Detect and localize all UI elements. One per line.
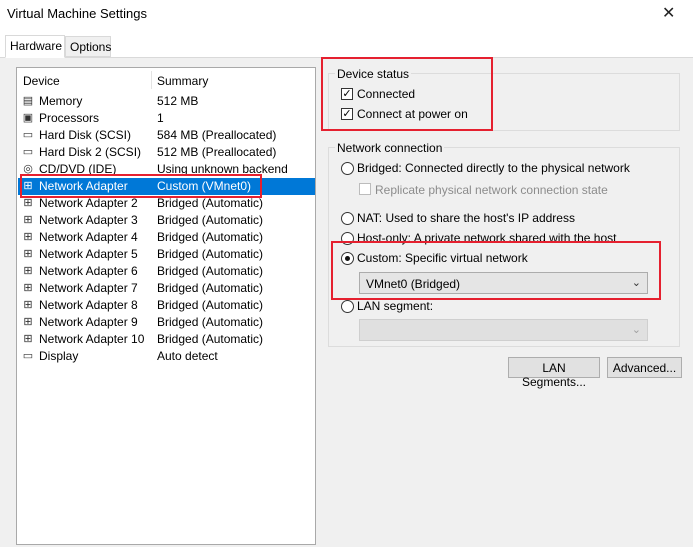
device-name: Network Adapter 5 [39, 247, 138, 261]
network-adapter-icon: ⊞ [23, 231, 33, 243]
device-row[interactable]: ▭ Hard Disk 2 (SCSI) 512 MB (Preallocated) [18, 144, 315, 161]
tab-options[interactable]: Options [65, 36, 111, 57]
lan-segment-select: ⌄ [359, 319, 648, 341]
column-header-summary[interactable]: Summary [157, 74, 208, 88]
device-summary: Bridged (Automatic) [157, 213, 264, 227]
device-row[interactable]: ▭ Hard Disk (SCSI) 584 MB (Preallocated) [18, 127, 315, 144]
highlight-box-network-adapter [20, 174, 262, 198]
lan-segments-button[interactable]: LAN Segments... [508, 357, 600, 389]
device-name: Network Adapter 10 [39, 332, 145, 346]
network-adapter-icon: ⊞ [23, 197, 33, 209]
device-name: Network Adapter 8 [39, 298, 138, 312]
lan-segment-radio[interactable] [341, 300, 354, 313]
device-row[interactable]: ⊞ Network Adapter 7 Bridged (Automatic) [18, 280, 315, 297]
highlight-box-custom [331, 241, 661, 300]
network-connection-label: Network connection [335, 141, 445, 155]
network-adapter-icon: ⊞ [23, 214, 33, 226]
device-summary: Bridged (Automatic) [157, 230, 264, 244]
device-row[interactable]: ▣ Processors 1 [18, 110, 315, 127]
device-summary: 512 MB (Preallocated) [157, 145, 277, 159]
network-adapter-icon: ⊞ [23, 299, 33, 311]
device-name: Hard Disk (SCSI) [39, 128, 132, 142]
close-icon[interactable]: ✕ [662, 3, 675, 23]
chevron-down-icon: ⌄ [631, 324, 641, 336]
device-row[interactable]: ▤ Memory 512 MB [18, 93, 315, 110]
hard-disk-icon: ▭ [22, 129, 34, 141]
network-adapter-icon: ⊞ [23, 248, 33, 260]
device-row[interactable]: ⊞ Network Adapter 9 Bridged (Automatic) [18, 314, 315, 331]
device-summary: 1 [157, 111, 164, 125]
device-name: Display [39, 349, 79, 363]
column-separator [151, 71, 152, 89]
network-adapter-icon: ⊞ [23, 265, 33, 277]
tab-hardware[interactable]: Hardware [5, 35, 65, 58]
device-row[interactable]: ⊞ Network Adapter 3 Bridged (Automatic) [18, 212, 315, 229]
device-summary: Bridged (Automatic) [157, 281, 264, 295]
lan-segment-label: LAN segment: [357, 299, 434, 313]
replicate-checkbox [359, 183, 371, 195]
device-name: Network Adapter 9 [39, 315, 138, 329]
device-name: Network Adapter 3 [39, 213, 138, 227]
device-summary: Auto detect [157, 349, 218, 363]
advanced-button[interactable]: Advanced... [607, 357, 682, 378]
device-row[interactable]: ⊞ Network Adapter 5 Bridged (Automatic) [18, 246, 315, 263]
network-adapter-icon: ⊞ [23, 282, 33, 294]
device-summary: 584 MB (Preallocated) [157, 128, 277, 142]
device-row[interactable]: ⊞ Network Adapter 8 Bridged (Automatic) [18, 297, 315, 314]
bridged-label: Bridged: Connected directly to the physi… [357, 161, 630, 175]
nat-radio[interactable] [341, 212, 354, 225]
device-name: Network Adapter 2 [39, 196, 138, 210]
device-name: Network Adapter 7 [39, 281, 138, 295]
window-title: Virtual Machine Settings [7, 6, 147, 21]
device-summary: Bridged (Automatic) [157, 196, 264, 210]
column-header-device[interactable]: Device [23, 74, 60, 88]
device-name: Memory [39, 94, 83, 108]
device-summary: Bridged (Automatic) [157, 247, 264, 261]
bridged-radio[interactable] [341, 162, 354, 175]
device-summary: 512 MB [157, 94, 199, 108]
device-summary: Bridged (Automatic) [157, 264, 264, 278]
device-name: Processors [39, 111, 100, 125]
highlight-box-device-status [321, 57, 493, 131]
processor-icon: ▣ [22, 112, 34, 124]
device-summary: Bridged (Automatic) [157, 315, 264, 329]
device-name: Network Adapter 4 [39, 230, 138, 244]
memory-icon: ▤ [22, 95, 34, 107]
device-row[interactable]: ⊞ Network Adapter 10 Bridged (Automatic) [18, 331, 315, 348]
display-icon: ▭ [22, 350, 34, 362]
network-adapter-icon: ⊞ [23, 316, 33, 328]
hard-disk-icon: ▭ [22, 146, 34, 158]
device-row[interactable]: ⊞ Network Adapter 4 Bridged (Automatic) [18, 229, 315, 246]
device-name: Hard Disk 2 (SCSI) [39, 145, 142, 159]
device-summary: Bridged (Automatic) [157, 298, 264, 312]
nat-label: NAT: Used to share the host's IP address [357, 211, 575, 225]
network-adapter-icon: ⊞ [23, 333, 33, 345]
replicate-label: Replicate physical network connection st… [375, 183, 608, 197]
device-name: Network Adapter 6 [39, 264, 138, 278]
device-row[interactable]: ⊞ Network Adapter 6 Bridged (Automatic) [18, 263, 315, 280]
device-summary: Bridged (Automatic) [157, 332, 264, 346]
device-row[interactable]: ▭ Display Auto detect [18, 348, 315, 365]
